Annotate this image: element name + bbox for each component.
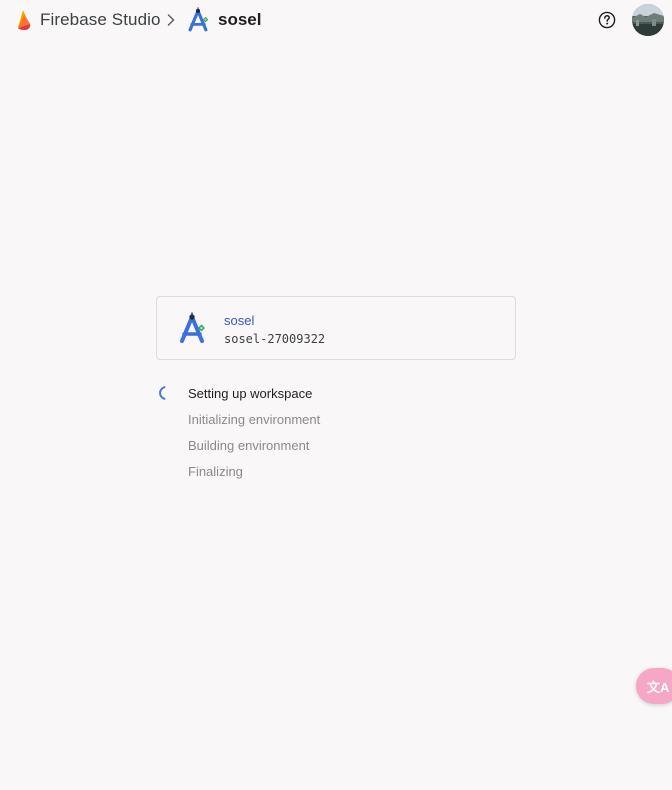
setup-step-active: Setting up workspace <box>188 386 313 401</box>
project-name: sosel <box>218 10 262 29</box>
firebase-flame-icon <box>18 10 31 30</box>
help-circle-icon <box>598 11 615 28</box>
android-studio-app-icon <box>180 312 205 343</box>
user-avatar[interactable] <box>632 4 664 36</box>
translate-button[interactable]: 文A <box>636 668 672 704</box>
avatar-photo <box>632 4 664 36</box>
help-button[interactable] <box>596 9 617 30</box>
workspace-card: sosel sosel-27009322 <box>156 296 516 360</box>
translate-icon: 文A <box>647 679 670 695</box>
workspace-title: sosel <box>224 313 255 328</box>
setup-step: Building environment <box>188 438 310 453</box>
loading-spinner-icon <box>159 386 166 400</box>
breadcrumb-project[interactable]: sosel <box>186 7 261 33</box>
brand-name: Firebase Studio <box>40 10 161 29</box>
android-studio-app-icon <box>188 7 209 32</box>
top-bar: Firebase Studio sosel <box>0 0 672 40</box>
setup-step: Finalizing <box>188 464 243 479</box>
breadcrumb-separator <box>164 10 178 30</box>
workspace-id: sosel-27009322 <box>224 332 326 346</box>
chevron-right-icon <box>167 14 175 26</box>
firebase-studio-home-link[interactable]: Firebase Studio <box>14 8 161 32</box>
setup-step: Initializing environment <box>188 412 321 427</box>
